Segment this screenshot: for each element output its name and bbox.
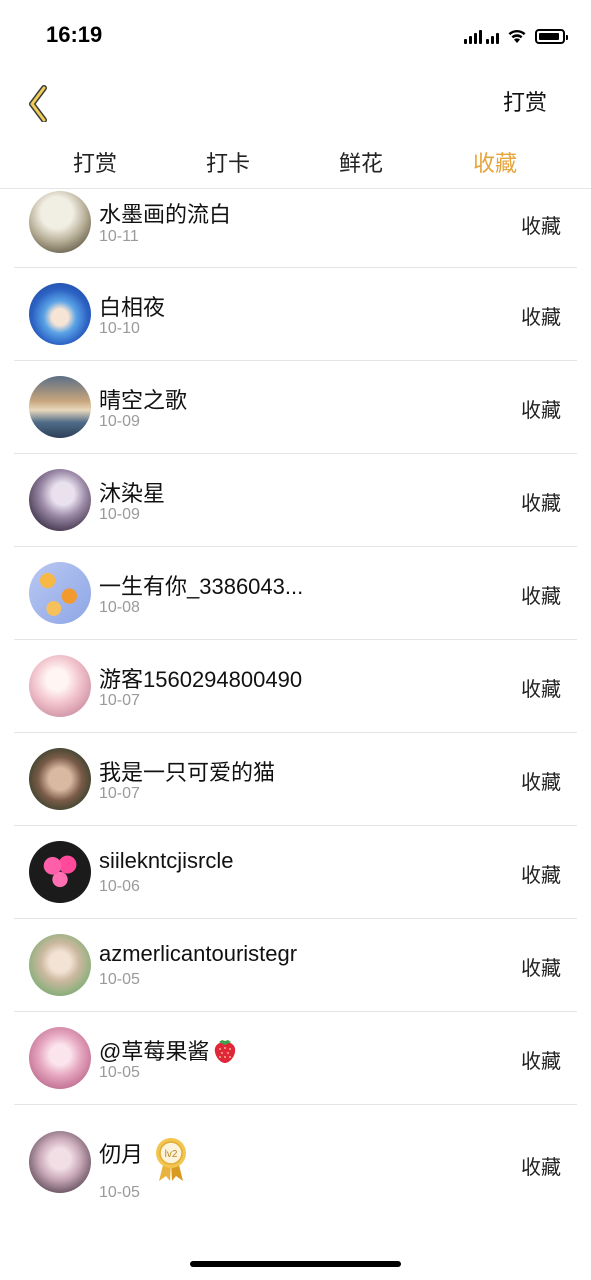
favorite-button[interactable]: 收藏 xyxy=(521,394,561,423)
user-name: 水墨画的流白 xyxy=(99,202,232,227)
chevron-left-icon xyxy=(29,85,47,123)
list-item[interactable]: @草莓果酱 10-05 收藏 xyxy=(0,1012,591,1105)
list-item[interactable]: 游客1560294800490 10-07 收藏 xyxy=(0,640,591,733)
favorite-button[interactable]: 收藏 xyxy=(521,766,561,795)
battery-icon xyxy=(535,28,568,44)
favorite-button[interactable]: 收藏 xyxy=(521,859,561,888)
list-item[interactable]: 晴空之歌 10-09 收藏 xyxy=(0,361,591,454)
user-name: 沐染星 xyxy=(99,481,166,506)
favorite-date: 10-05 xyxy=(99,1184,140,1201)
avatar xyxy=(29,1027,91,1089)
badge-level-text: lv2 xyxy=(165,1149,178,1160)
list-item[interactable]: 我是一只可爱的猫 10-07 收藏 xyxy=(0,733,591,826)
user-name: 白相夜 xyxy=(99,295,166,320)
home-indicator xyxy=(190,1261,401,1267)
avatar xyxy=(29,469,91,531)
favorite-date: 10-06 xyxy=(99,878,140,895)
status-icons xyxy=(464,26,568,46)
tab-favorites[interactable]: 收藏 xyxy=(445,146,545,178)
status-time: 16:19 xyxy=(46,22,103,47)
strawberry-icon xyxy=(212,1036,238,1070)
favorite-date: 10-09 xyxy=(99,413,140,430)
user-name: azmerlicantouristegr xyxy=(99,941,298,966)
favorite-date: 10-10 xyxy=(99,320,140,337)
favorite-button[interactable]: 收藏 xyxy=(521,580,561,609)
list-item[interactable]: 一生有你_3386043... 10-08 收藏 xyxy=(0,547,591,640)
favorite-button[interactable]: 收藏 xyxy=(521,952,561,981)
favorite-date: 10-07 xyxy=(99,785,140,802)
favorite-date: 10-09 xyxy=(99,506,140,523)
favorites-list: 水墨画的流白 10-11 收藏 白相夜 10-10 收藏 晴空之歌 10-09 … xyxy=(0,189,591,1215)
avatar xyxy=(29,191,91,253)
user-name: 晴空之歌 xyxy=(99,388,188,413)
tab-bar: 打赏 打卡 鲜花 收藏 xyxy=(0,140,591,188)
reward-nav-button[interactable]: 打赏 xyxy=(503,85,547,117)
favorite-date: 10-11 xyxy=(99,228,139,245)
avatar xyxy=(29,934,91,996)
user-name: 我是一只可爱的猫 xyxy=(99,760,276,785)
favorite-button[interactable]: 收藏 xyxy=(521,1045,561,1074)
list-item[interactable]: siilekntcjisrcle 10-06 收藏 xyxy=(0,826,591,919)
tab-flowers[interactable]: 鲜花 xyxy=(311,146,411,178)
wifi-icon xyxy=(508,29,526,43)
user-name: 游客1560294800490 xyxy=(99,667,303,692)
avatar xyxy=(29,1131,91,1193)
favorite-button[interactable]: 收藏 xyxy=(521,487,561,516)
favorite-date: 10-07 xyxy=(99,692,140,709)
favorite-button[interactable]: 收藏 xyxy=(521,673,561,702)
favorite-button[interactable]: 收藏 xyxy=(521,1151,561,1180)
tab-checkin[interactable]: 打卡 xyxy=(178,146,278,178)
nav-bar: 打赏 xyxy=(0,70,591,130)
tab-reward[interactable]: 打赏 xyxy=(45,146,145,178)
avatar xyxy=(29,841,91,903)
level-medal-icon: lv2 xyxy=(154,1135,188,1183)
list-item[interactable]: 白相夜 10-10 收藏 xyxy=(0,268,591,361)
list-item[interactable]: azmerlicantouristegr 10-05 收藏 xyxy=(0,919,591,1012)
avatar xyxy=(29,376,91,438)
favorite-button[interactable]: 收藏 xyxy=(521,210,561,239)
avatar xyxy=(29,562,91,624)
list-item[interactable]: 仞月 lv2 10-05 收藏 xyxy=(0,1105,591,1215)
list-item[interactable]: 水墨画的流白 10-11 收藏 xyxy=(0,189,591,268)
avatar xyxy=(29,283,91,345)
status-bar: 16:19 xyxy=(0,0,591,70)
back-button[interactable] xyxy=(22,78,62,123)
list-item[interactable]: 沐染星 10-09 收藏 xyxy=(0,454,591,547)
avatar xyxy=(29,655,91,717)
avatar xyxy=(29,748,91,810)
user-name: siilekntcjisrcle xyxy=(99,848,234,873)
favorite-date: 10-05 xyxy=(99,971,140,988)
favorite-date: 10-05 xyxy=(99,1064,140,1081)
favorite-button[interactable]: 收藏 xyxy=(521,301,561,330)
signal-icon xyxy=(464,28,499,44)
user-name: 一生有你_3386043... xyxy=(99,574,304,599)
favorite-date: 10-08 xyxy=(99,599,140,616)
user-name: 仞月 xyxy=(99,1142,144,1167)
